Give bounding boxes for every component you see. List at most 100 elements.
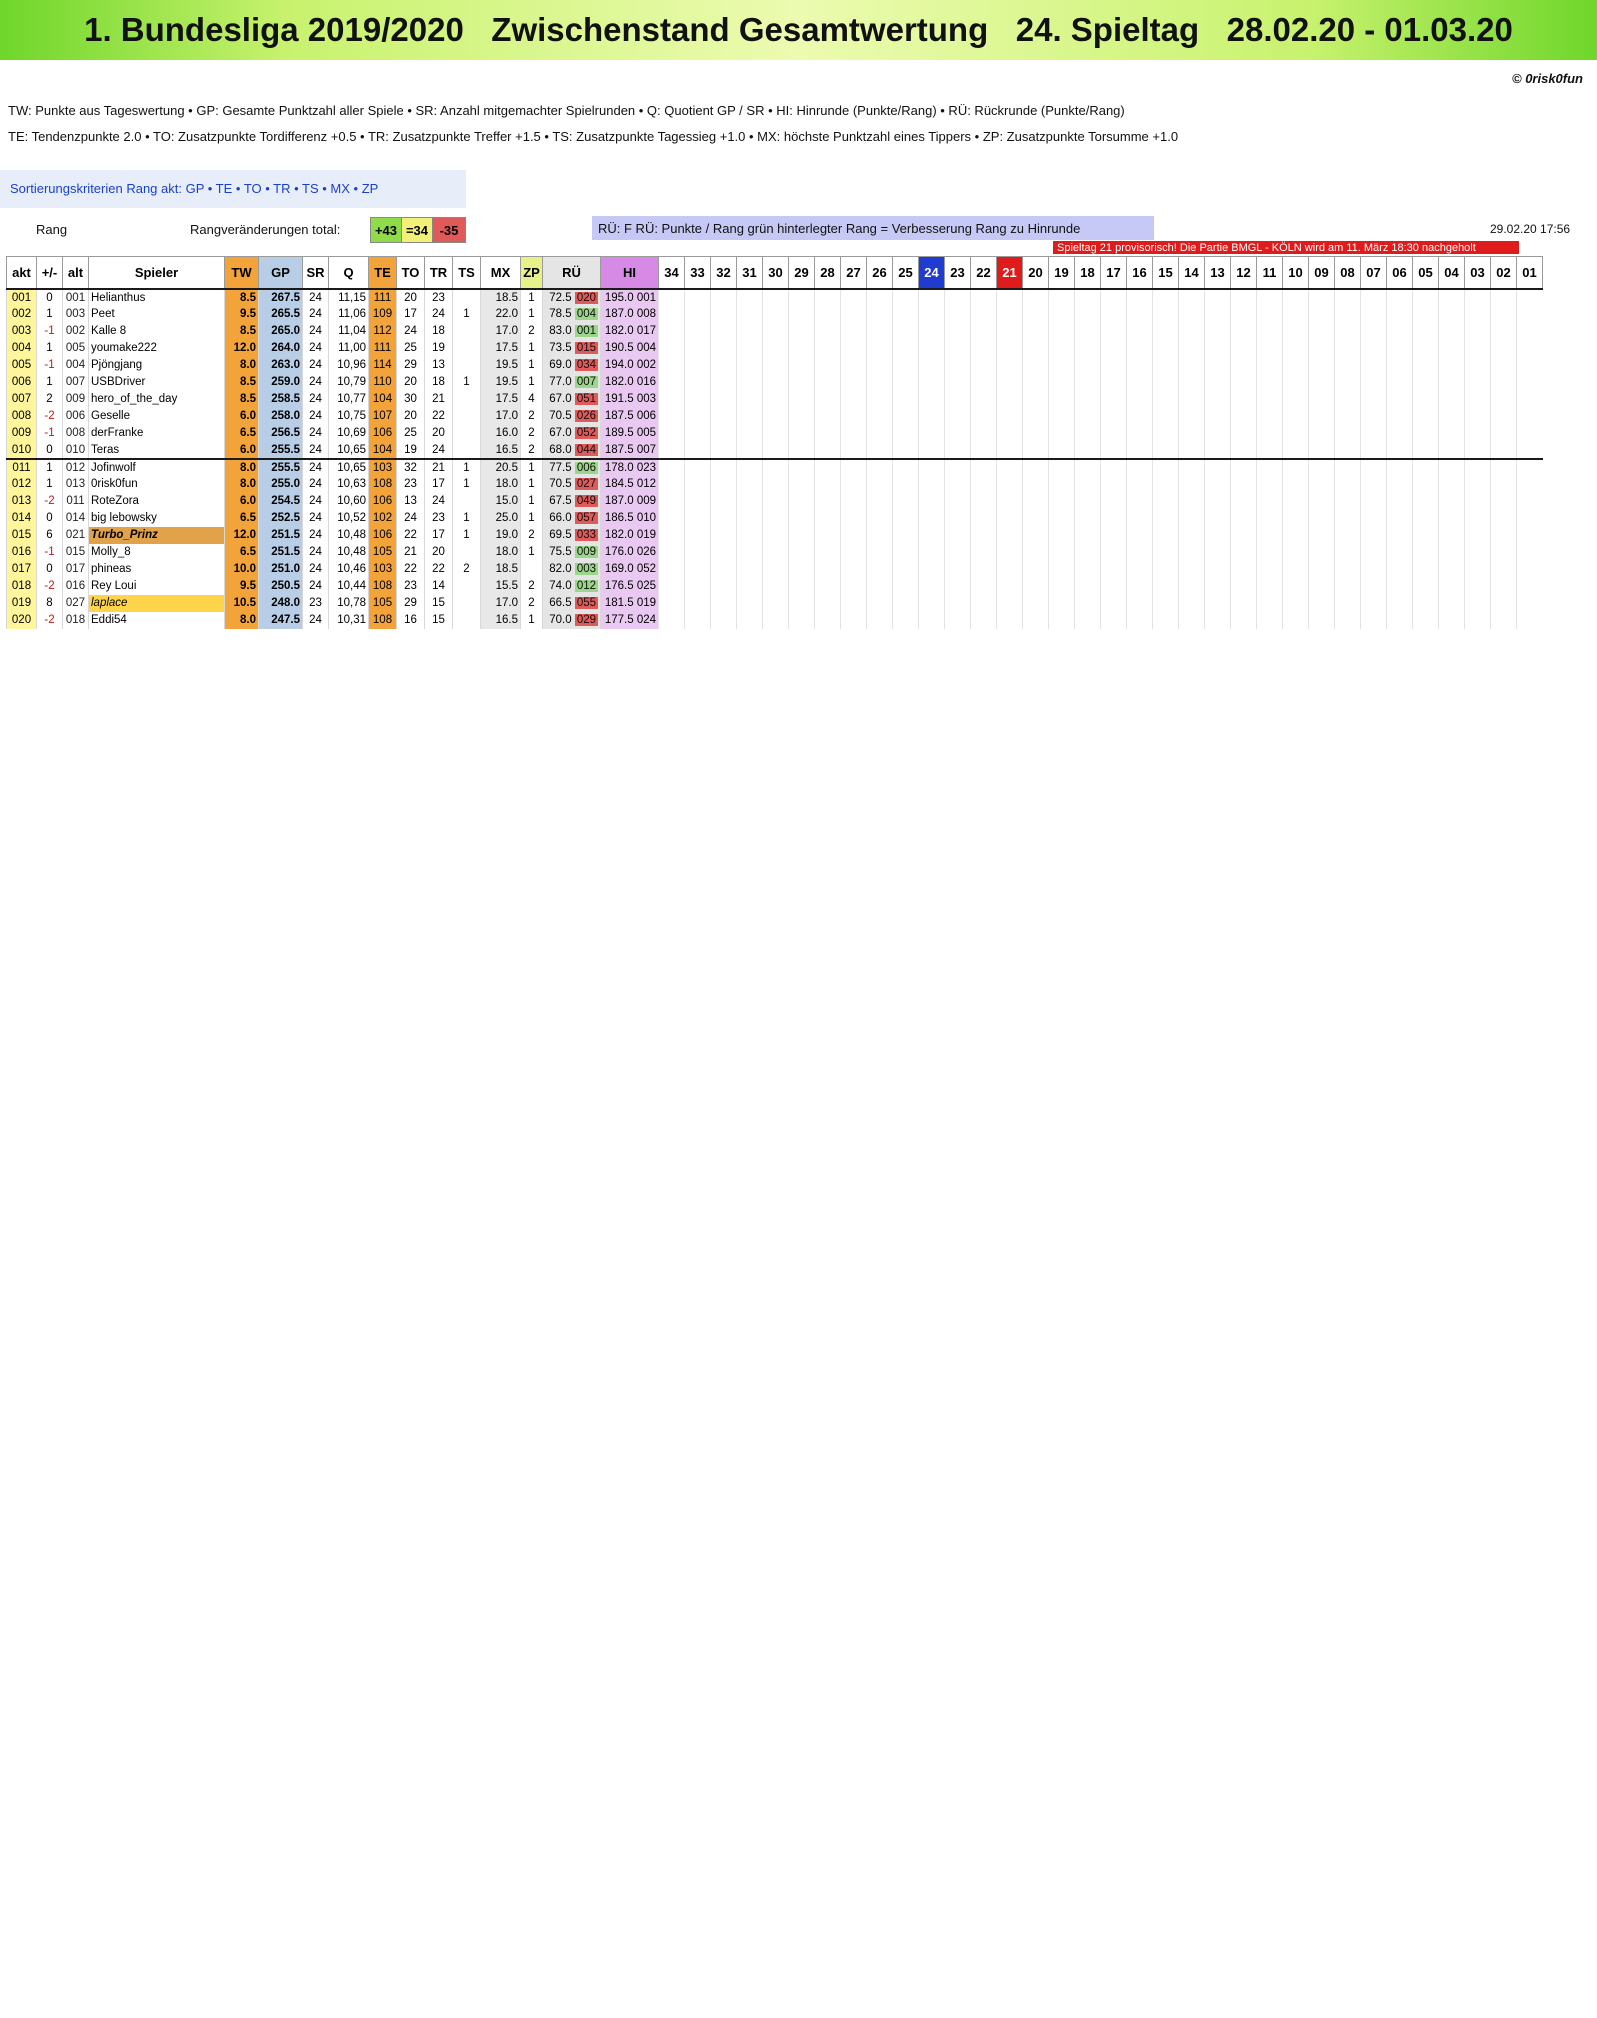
matchday-cell — [1048, 305, 1075, 323]
matchday-cell — [814, 560, 841, 578]
matchday-cell — [1230, 611, 1257, 629]
matchday-cell — [892, 457, 919, 476]
tr-points: 17 — [424, 526, 453, 544]
matchday-cell — [1516, 305, 1543, 323]
matchday-cell — [1022, 543, 1049, 561]
matchday-cell — [866, 287, 893, 306]
matchday-cell — [1334, 356, 1361, 374]
te-points: 103 — [368, 457, 397, 476]
column-header-28: 28 — [814, 256, 841, 289]
matchday-cell — [1438, 560, 1465, 578]
column-header-tr: TR — [424, 256, 453, 289]
matchday-cell — [788, 475, 815, 493]
matchday-cell — [944, 287, 971, 306]
matchday-cell — [710, 287, 737, 306]
matchday-cell — [892, 543, 919, 561]
matchday-cell — [1464, 457, 1491, 476]
legend-line-2: TE: Tendenzpunkte 2.0 • TO: Zusatzpunkte… — [8, 129, 1179, 144]
matchday-cell — [1204, 356, 1231, 374]
matchday-cell — [996, 356, 1023, 374]
matchday-cell — [918, 577, 945, 595]
hi-rank: 002 — [636, 359, 656, 371]
matchday-cell — [1412, 543, 1439, 561]
matchday-cell — [996, 441, 1023, 459]
matchday-cell — [1204, 509, 1231, 527]
q-value: 10,65 — [328, 457, 369, 476]
rv-up-badge: +43 — [370, 217, 402, 243]
matchday-cell — [1204, 543, 1231, 561]
sr-count: 24 — [302, 577, 329, 595]
matchday-cell — [1100, 577, 1127, 595]
matchday-cell — [866, 424, 893, 442]
matchday-cell — [736, 577, 763, 595]
matchday-cell — [658, 322, 685, 340]
matchday-cell — [1334, 457, 1361, 476]
ru-points-rank: 77.0 007 — [542, 373, 601, 391]
zp-points: 2 — [520, 322, 543, 340]
matchday-cell — [1360, 322, 1387, 340]
sr-count: 24 — [302, 441, 329, 459]
matchday-cell — [892, 287, 919, 306]
ru-rank: 004 — [574, 308, 598, 320]
te-points: 114 — [368, 356, 397, 374]
matchday-cell — [1334, 560, 1361, 578]
hi-points: 187.0 — [604, 308, 634, 320]
matchday-cell — [866, 560, 893, 578]
matchday-cell — [1412, 577, 1439, 595]
mx-points: 16.5 — [480, 611, 521, 629]
matchday-cell — [814, 373, 841, 391]
matchday-cell — [1412, 475, 1439, 493]
matchday-cell — [944, 339, 971, 357]
mx-points: 17.0 — [480, 322, 521, 340]
zp-points: 1 — [520, 509, 543, 527]
matchday-cell — [814, 475, 841, 493]
rank-current: 016 — [6, 543, 37, 561]
matchday-cell — [1464, 339, 1491, 357]
ts-points — [452, 577, 481, 595]
rank-current: 017 — [6, 560, 37, 578]
matchday-cell — [1308, 509, 1335, 527]
q-value: 10,46 — [328, 560, 369, 578]
matchday-cell — [1334, 390, 1361, 408]
matchday-cell — [1308, 441, 1335, 459]
matchday-cell — [840, 287, 867, 306]
gp-points: 265.5 — [258, 305, 303, 323]
sr-count: 24 — [302, 492, 329, 510]
column-header-13: 13 — [1204, 256, 1231, 289]
gp-points: 263.0 — [258, 356, 303, 374]
matchday-cell — [944, 594, 971, 612]
mx-points: 15.0 — [480, 492, 521, 510]
rank-current: 020 — [6, 611, 37, 629]
matchday-cell — [1256, 424, 1283, 442]
matchday-cell — [1022, 509, 1049, 527]
to-points: 17 — [396, 305, 425, 323]
matchday-cell — [1074, 424, 1101, 442]
matchday-cell — [866, 543, 893, 561]
matchday-cell — [1100, 305, 1127, 323]
matchday-cell — [1230, 390, 1257, 408]
rank-current: 012 — [6, 475, 37, 493]
player-name: big lebowsky — [88, 509, 225, 527]
matchday-cell — [1438, 509, 1465, 527]
hi-points: 182.0 — [604, 325, 634, 337]
matchday-cell — [1516, 577, 1543, 595]
matchday-cell — [1230, 305, 1257, 323]
matchday-cell — [788, 457, 815, 476]
matchday-cell — [944, 424, 971, 442]
matchday-cell — [788, 441, 815, 459]
matchday-cell — [840, 356, 867, 374]
q-value: 10,96 — [328, 356, 369, 374]
matchday-cell — [996, 611, 1023, 629]
matchday-cell — [1048, 543, 1075, 561]
q-value: 10,44 — [328, 577, 369, 595]
q-value: 10,48 — [328, 543, 369, 561]
matchday-cell — [1360, 594, 1387, 612]
matchday-cell — [970, 287, 997, 306]
mx-points: 16.0 — [480, 424, 521, 442]
matchday-cell — [658, 457, 685, 476]
matchday-cell — [684, 305, 711, 323]
matchday-cell — [1126, 492, 1153, 510]
matchday-cell — [1334, 475, 1361, 493]
zp-points: 1 — [520, 611, 543, 629]
matchday-cell — [684, 390, 711, 408]
